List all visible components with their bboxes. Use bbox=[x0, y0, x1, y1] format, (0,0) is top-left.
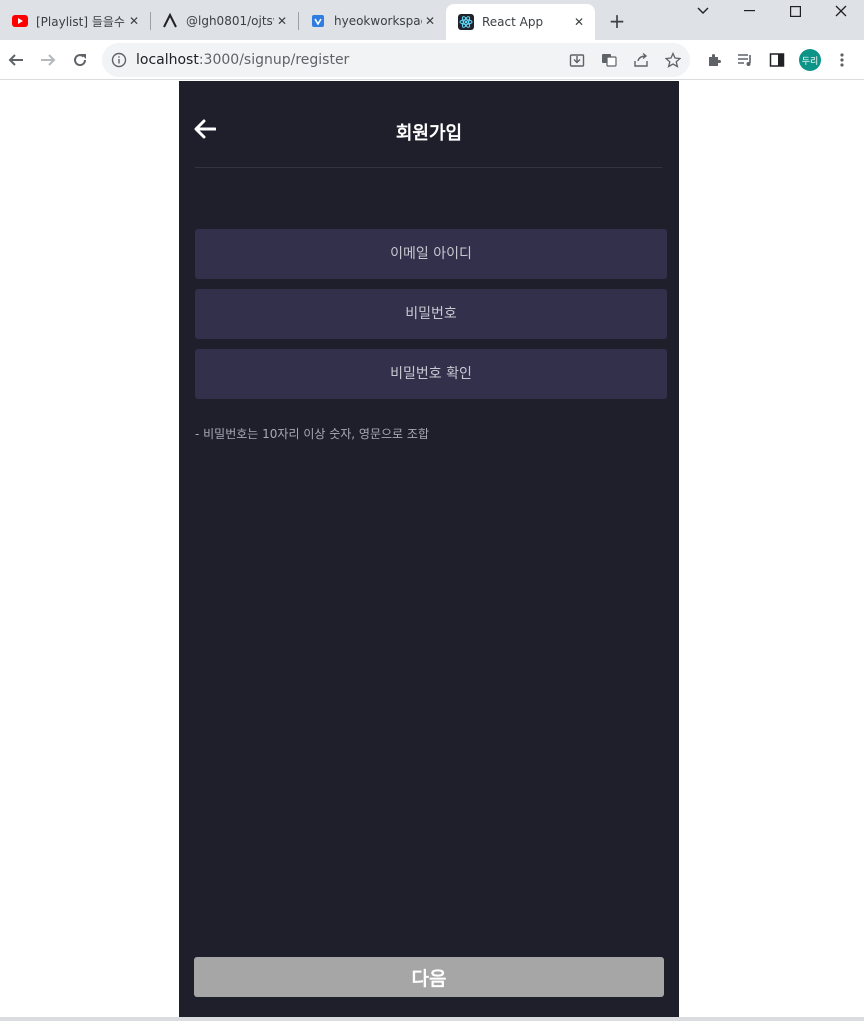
email-field[interactable] bbox=[195, 229, 667, 279]
new-tab-icon[interactable]: + bbox=[606, 9, 628, 33]
tab-title: React App bbox=[482, 15, 544, 29]
close-icon[interactable]: ✕ bbox=[274, 13, 290, 29]
info-icon[interactable] bbox=[110, 51, 128, 69]
tab-react-app[interactable]: React App ✕ bbox=[446, 4, 595, 40]
password-field[interactable] bbox=[195, 289, 667, 339]
velog-icon bbox=[162, 13, 178, 29]
profile-avatar[interactable]: 두리 bbox=[799, 49, 821, 71]
tab-title: @lgh0801/ojtsw bbox=[186, 14, 274, 28]
minimize-icon[interactable] bbox=[726, 0, 772, 22]
notion-blue-icon bbox=[310, 13, 326, 29]
address-bar[interactable]: localhost:3000/signup/register bbox=[102, 43, 690, 77]
signup-app-container: 회원가입 - 비밀번호는 10자리 이상 숫자, 영문으로 조합 다음 bbox=[179, 81, 679, 1017]
tab-title: hyeokworkspace bbox=[334, 14, 422, 28]
next-button[interactable]: 다음 bbox=[194, 957, 664, 997]
tab-title: [Playlist] 들을수 bbox=[36, 14, 125, 29]
react-icon bbox=[458, 14, 474, 30]
translate-icon[interactable] bbox=[600, 51, 618, 69]
page-viewport: 회원가입 - 비밀번호는 10자리 이상 숫자, 영문으로 조합 다음 bbox=[0, 81, 864, 1017]
extensions-puzzle-icon[interactable] bbox=[704, 50, 724, 70]
install-app-icon[interactable] bbox=[568, 51, 586, 69]
close-icon[interactable]: ✕ bbox=[126, 13, 142, 29]
tab-search-chevron-icon[interactable] bbox=[680, 0, 726, 22]
tab-velog[interactable]: @lgh0801/ojtsw ✕ bbox=[150, 4, 298, 38]
tab-playlist[interactable]: [Playlist] 들을수 ✕ bbox=[0, 4, 150, 38]
browser-tab-strip: [Playlist] 들을수 ✕ @lgh0801/ojtsw ✕ hyeokw… bbox=[0, 0, 864, 40]
browser-toolbar: localhost:3000/signup/register 두리 bbox=[0, 40, 864, 80]
window-close-icon[interactable] bbox=[818, 0, 864, 22]
media-queue-icon[interactable] bbox=[735, 50, 755, 70]
password-confirm-field[interactable] bbox=[195, 349, 667, 399]
close-icon[interactable]: ✕ bbox=[571, 14, 587, 30]
window-bottom-edge bbox=[0, 1017, 864, 1021]
youtube-icon bbox=[12, 13, 28, 29]
url-text: localhost:3000/signup/register bbox=[136, 52, 350, 68]
close-icon[interactable]: ✕ bbox=[422, 13, 438, 29]
forward-arrow-icon[interactable] bbox=[36, 48, 60, 72]
password-hint: - 비밀번호는 10자리 이상 숫자, 영문으로 조합 bbox=[195, 427, 429, 441]
back-arrow-icon[interactable] bbox=[4, 48, 28, 72]
maximize-icon[interactable] bbox=[772, 0, 818, 22]
more-menu-icon[interactable] bbox=[832, 50, 852, 70]
header-divider bbox=[195, 167, 662, 168]
page-title: 회원가입 bbox=[395, 123, 463, 144]
tab-hyeokworkspace[interactable]: hyeokworkspace ✕ bbox=[298, 4, 446, 38]
reload-icon[interactable] bbox=[68, 48, 92, 72]
bookmark-star-icon[interactable] bbox=[664, 51, 682, 69]
side-panel-icon[interactable] bbox=[767, 50, 787, 70]
share-icon[interactable] bbox=[632, 51, 650, 69]
